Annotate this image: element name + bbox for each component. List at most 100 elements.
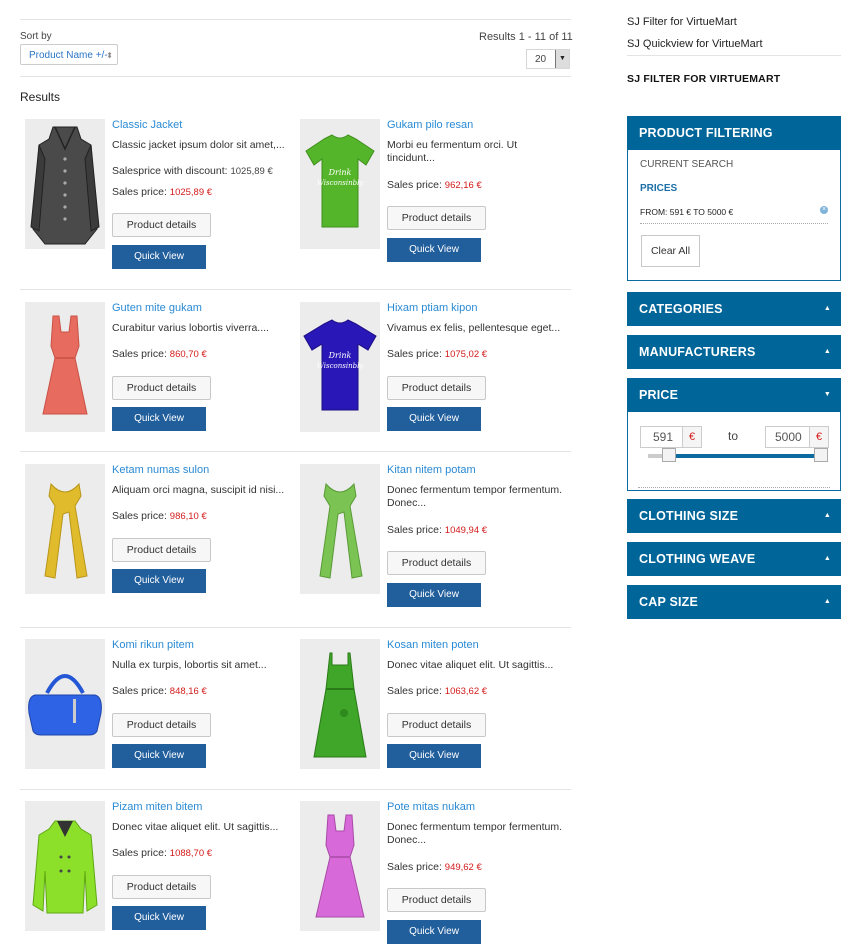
manufacturers-panel[interactable]: MANUFACTURERS ▲: [627, 335, 841, 369]
product-name[interactable]: Komi rikun pitem: [112, 639, 194, 651]
quick-view-button[interactable]: Quick View: [387, 583, 481, 607]
product-image-pink-dress[interactable]: [300, 801, 380, 931]
product-name[interactable]: Kosan miten poten: [387, 639, 479, 651]
product-name[interactable]: Gukam pilo resan: [387, 119, 473, 131]
sidebar-link-sj-quickview[interactable]: SJ Quickview for VirtueMart: [627, 38, 763, 50]
product-image-jacket[interactable]: [25, 119, 105, 249]
product-details-button[interactable]: Product details: [112, 376, 211, 400]
product-details-button[interactable]: Product details: [387, 376, 486, 400]
product-filtering-body: CURRENT SEARCH PRICES FROM: 591 € TO 500…: [627, 150, 841, 281]
categories-header[interactable]: CATEGORIES ▲: [627, 292, 841, 326]
price-label: Sales price:: [387, 179, 442, 191]
price-min-input[interactable]: 591 €: [640, 426, 702, 448]
clothing-size-panel[interactable]: CLOTHING SIZE ▲: [627, 499, 841, 533]
price-label: Sales price:: [112, 348, 167, 360]
chevron-up-icon: ▲: [823, 555, 831, 562]
limit-select[interactable]: 20 ▼: [526, 49, 570, 69]
product-filtering-header: PRODUCT FILTERING: [627, 116, 841, 150]
price-label: Sales price:: [112, 186, 167, 198]
clothing-size-header[interactable]: CLOTHING SIZE ▲: [627, 499, 841, 533]
divider: [20, 76, 571, 77]
remove-filter-icon[interactable]: ×: [820, 206, 828, 214]
product-name[interactable]: Kitan nitem potam: [387, 464, 476, 476]
price-slider-track[interactable]: [668, 454, 824, 458]
sort-arrows-icon: ⬍: [106, 51, 113, 60]
quick-view-button[interactable]: Quick View: [112, 906, 206, 930]
clothing-weave-panel[interactable]: CLOTHING WEAVE ▲: [627, 542, 841, 576]
product-details-button[interactable]: Product details: [387, 713, 486, 737]
quick-view-button[interactable]: Quick View: [112, 744, 206, 768]
price-value: 1063,62 €: [444, 686, 488, 697]
price-slider-max-handle[interactable]: [814, 448, 828, 462]
product-image-coral-dress[interactable]: [25, 302, 105, 432]
product-details-button[interactable]: Product details: [112, 713, 211, 737]
cap-size-header[interactable]: CAP SIZE ▲: [627, 585, 841, 619]
quick-view-button[interactable]: Quick View: [112, 569, 206, 593]
results-count: Results 1 - 11 of 11: [479, 31, 573, 43]
product-name[interactable]: Classic Jacket: [112, 119, 182, 131]
product-image-blue-tshirt[interactable]: Drink Wisconsinbly: [300, 302, 380, 432]
divider: [20, 627, 571, 628]
product-name[interactable]: Pote mitas nukam: [387, 801, 475, 813]
price-label: Sales price:: [387, 348, 442, 360]
quick-view-button[interactable]: Quick View: [387, 744, 481, 768]
cap-size-panel[interactable]: CAP SIZE ▲: [627, 585, 841, 619]
product-image-yellow-scarf[interactable]: [25, 464, 105, 594]
chevron-up-icon: ▲: [823, 512, 831, 519]
discount-label: Salesprice with discount:: [112, 165, 228, 177]
price-max-value: 5000: [775, 430, 802, 444]
product-image-green-dress[interactable]: [300, 639, 380, 769]
product-details-button[interactable]: Product details: [387, 551, 486, 575]
divider: [20, 451, 571, 452]
sales-price: Sales price: 949,62 €: [387, 861, 482, 873]
product-name[interactable]: Hixam ptiam kipon: [387, 302, 477, 314]
product-name[interactable]: Pizam miten bitem: [112, 801, 202, 813]
quick-view-button[interactable]: Quick View: [387, 238, 481, 262]
product-description: Classic jacket ipsum dolor sit amet,...: [112, 139, 285, 151]
quick-view-button[interactable]: Quick View: [112, 245, 206, 269]
quick-view-button[interactable]: Quick View: [112, 407, 206, 431]
product-image-lime-coat[interactable]: [25, 801, 105, 931]
product-details-button[interactable]: Product details: [112, 875, 211, 899]
product-image-green-tshirt[interactable]: Drink Wisconsinbly: [300, 119, 380, 249]
product-description: Donec vitae aliquet elit. Ut sagittis...: [112, 821, 279, 833]
sidebar-link-sj-filter[interactable]: SJ Filter for VirtueMart: [627, 16, 737, 28]
product-details-button[interactable]: Product details: [112, 538, 211, 562]
product-description: Donec fermentum tempor fermentum. Donec.…: [387, 484, 563, 509]
chevron-up-icon: ▲: [823, 598, 831, 605]
product-image-blue-bag[interactable]: [25, 639, 105, 769]
clothing-size-title: CLOTHING SIZE: [639, 509, 739, 523]
clothing-weave-title: CLOTHING WEAVE: [639, 552, 756, 566]
sort-label: Sort by: [20, 31, 52, 42]
discount-price: Salesprice with discount: 1025,89 €: [112, 165, 273, 177]
sales-price: Sales price: 1063,62 €: [387, 685, 487, 697]
price-value: 962,16 €: [444, 180, 482, 191]
categories-panel[interactable]: CATEGORIES ▲: [627, 292, 841, 326]
price-label: Sales price:: [112, 847, 167, 859]
product-image-green-scarf[interactable]: [300, 464, 380, 594]
price-panel: PRICE ▼ 591 € to 5000 €: [627, 378, 841, 491]
sort-select[interactable]: Product Name +/- ⬍: [20, 44, 118, 65]
divider: [20, 19, 571, 20]
chevron-up-icon: ▲: [823, 305, 831, 312]
price-value: 860,70 €: [169, 349, 207, 360]
product-description: Nulla ex turpis, lobortis sit amet...: [112, 659, 267, 671]
manufacturers-header[interactable]: MANUFACTURERS ▲: [627, 335, 841, 369]
quick-view-button[interactable]: Quick View: [387, 407, 481, 431]
product-details-button[interactable]: Product details: [387, 888, 486, 912]
quick-view-button[interactable]: Quick View: [387, 920, 481, 944]
manufacturers-title: MANUFACTURERS: [639, 345, 756, 359]
clothing-weave-header[interactable]: CLOTHING WEAVE ▲: [627, 542, 841, 576]
price-body: 591 € to 5000 €: [627, 412, 841, 491]
svg-text:Wisconsinbly: Wisconsinbly: [317, 362, 365, 370]
product-details-button[interactable]: Product details: [112, 213, 211, 237]
product-details-button[interactable]: Product details: [387, 206, 486, 230]
price-slider-min-handle[interactable]: [662, 448, 676, 462]
price-header[interactable]: PRICE ▼: [627, 378, 841, 412]
results-title: Results: [20, 90, 61, 104]
product-name[interactable]: Ketam numas sulon: [112, 464, 209, 476]
clear-all-button[interactable]: Clear All: [641, 235, 700, 267]
product-name[interactable]: Guten mite gukam: [112, 302, 202, 314]
price-max-input[interactable]: 5000 €: [765, 426, 829, 448]
sales-price: Sales price: 860,70 €: [112, 348, 207, 360]
